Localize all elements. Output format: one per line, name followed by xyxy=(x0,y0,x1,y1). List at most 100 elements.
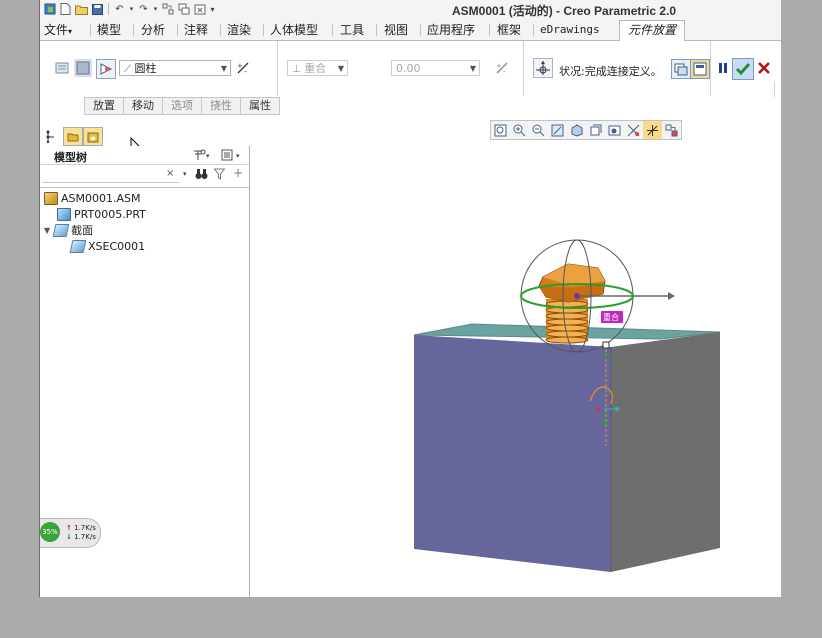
show-menu-icon[interactable]: ▾ xyxy=(221,148,245,165)
subtab-placement[interactable]: 放置 xyxy=(84,97,124,115)
model-canvas: 重合 xyxy=(413,239,721,572)
tab-edrawings[interactable]: eDrawings xyxy=(540,21,600,39)
redo-icon[interactable]: ↷ xyxy=(136,2,151,16)
assembly-window-icon[interactable] xyxy=(690,59,710,79)
refit-icon[interactable] xyxy=(491,121,510,139)
tab-tools[interactable]: 工具 xyxy=(340,21,364,39)
tab-manikin[interactable]: 人体模型 xyxy=(270,21,318,39)
customize-qat-icon[interactable]: ▾ xyxy=(208,2,217,16)
spin-center-icon[interactable] xyxy=(643,121,662,139)
connection-type-icon[interactable] xyxy=(96,59,116,79)
chevron-down-icon: ▼ xyxy=(337,64,344,73)
tree-item-assembly[interactable]: ASM0001.ASM xyxy=(44,190,141,206)
network-meter-widget: 35% ↑ 1.7K/s ↓ 1.7K/s xyxy=(40,518,101,548)
upload-speed: ↑ 1.7K/s xyxy=(66,524,96,532)
block-front-face xyxy=(414,335,611,572)
svg-text:+: + xyxy=(237,62,243,70)
undo-icon[interactable]: ↶ xyxy=(112,2,127,16)
tab-applications[interactable]: 应用程序 xyxy=(427,21,475,39)
tree-search-input[interactable] xyxy=(42,167,180,183)
repaint-icon[interactable] xyxy=(548,121,567,139)
cancel-button[interactable] xyxy=(755,59,773,77)
tree-item-part[interactable]: PRT0005.PRT xyxy=(57,206,146,222)
navigator-tabs xyxy=(40,127,249,155)
datum-display-icon[interactable] xyxy=(624,121,643,139)
model-tree-header: 模型树 ▾ ▾ xyxy=(40,146,249,165)
zoom-in-icon[interactable] xyxy=(510,121,529,139)
network-usage-badge: 35% xyxy=(40,522,60,542)
app-logo-icon[interactable] xyxy=(42,2,57,16)
constraint-list-icon[interactable] xyxy=(74,59,92,77)
flip-constraint-icon[interactable]: + - xyxy=(234,59,252,77)
separate-window-icon[interactable] xyxy=(671,59,691,79)
tab-file[interactable]: 文件▾ xyxy=(44,21,72,39)
part-icon xyxy=(57,207,71,221)
axis-handle[interactable] xyxy=(602,341,610,349)
tab-analysis[interactable]: 分析 xyxy=(141,21,165,39)
annotation-display-icon[interactable] xyxy=(662,121,681,139)
placement-subtabs: 放置 移动 选项 挠性 属性 xyxy=(84,97,280,115)
desktop-background-right xyxy=(781,0,822,638)
tab-separator xyxy=(489,24,490,36)
clear-search-icon[interactable]: × xyxy=(166,168,174,179)
user-defined-set-icon[interactable] xyxy=(54,59,72,77)
open-folder-icon[interactable] xyxy=(74,2,89,16)
regenerate-icon[interactable] xyxy=(160,2,175,16)
chevron-down-icon: ▼ xyxy=(220,64,227,73)
find-binoculars-icon[interactable] xyxy=(195,168,208,183)
offset-type-select[interactable]: ⊥ 重合 ▼ xyxy=(287,60,348,76)
ribbon-divider xyxy=(523,41,524,96)
view-manager-icon[interactable] xyxy=(605,121,624,139)
subtab-properties[interactable]: 属性 xyxy=(241,97,280,115)
ribbon-tab-bar: 文件▾ 模型 分析 注释 渲染 人体模型 工具 视图 应用程序 框架 eDraw… xyxy=(40,20,781,42)
tree-item-xsec[interactable]: XSEC0001 xyxy=(69,238,145,254)
svg-text:▾: ▾ xyxy=(206,152,210,160)
undo-dropdown-icon[interactable]: ▾ xyxy=(128,2,135,16)
offset-value-input[interactable]: 0.00 ▼ xyxy=(391,60,480,76)
move-component-icon[interactable] xyxy=(533,58,553,78)
filter-icon[interactable] xyxy=(213,168,226,183)
tab-framework[interactable]: 框架 xyxy=(497,21,521,39)
subtab-options[interactable]: 选项 xyxy=(163,97,202,115)
add-column-icon[interactable]: + xyxy=(233,166,243,180)
title-bar: ↶ ▾ ↷ ▾ ▾ ASM0001 (活动的) - Creo Parametri… xyxy=(40,0,781,20)
display-style-icon[interactable] xyxy=(567,121,586,139)
search-dropdown-icon[interactable]: ▾ xyxy=(183,170,187,178)
tab-annotate[interactable]: 注释 xyxy=(184,21,208,39)
flip-offset-icon[interactable]: + - xyxy=(493,59,511,77)
tab-separator xyxy=(533,24,534,36)
placement-ribbon: ⟋ 圆柱 ▼ + - ⊥ 重合 ▼ 0.00 ▼ + - 状况:完成连接定义。 放置… xyxy=(40,41,781,115)
subtab-move[interactable]: 移动 xyxy=(124,97,163,115)
svg-text:重合: 重合 xyxy=(603,312,619,322)
tab-component-placement[interactable]: 元件放置 xyxy=(619,20,686,42)
expand-arrow-icon[interactable]: ▼ xyxy=(44,226,50,235)
saved-orientations-icon[interactable] xyxy=(586,121,605,139)
pause-button[interactable] xyxy=(714,59,732,77)
tab-separator xyxy=(420,24,421,36)
save-icon[interactable] xyxy=(90,2,105,16)
tree-item-sections[interactable]: ▼ 截面 xyxy=(44,222,93,238)
accept-button[interactable] xyxy=(732,58,754,80)
download-speed: ↓ 1.7K/s xyxy=(66,533,96,541)
tab-render[interactable]: 渲染 xyxy=(227,21,251,39)
favorites-tab-icon[interactable] xyxy=(83,127,103,146)
tree-settings-icon[interactable]: ▾ xyxy=(192,148,212,165)
constraint-type-select[interactable]: ⟋ 圆柱 ▼ xyxy=(119,60,231,76)
window-title: ASM0001 (活动的) - Creo Parametric 2.0 xyxy=(452,4,677,18)
quick-access-toolbar: ↶ ▾ ↷ ▾ ▾ xyxy=(42,2,217,16)
graphics-viewport[interactable]: 重合 xyxy=(250,116,781,597)
new-file-icon[interactable] xyxy=(58,2,73,16)
folder-browser-tab-icon[interactable] xyxy=(63,127,83,146)
close-window-icon[interactable] xyxy=(192,2,207,16)
svg-text:-: - xyxy=(244,67,247,75)
redo-dropdown-icon[interactable]: ▾ xyxy=(152,2,159,16)
subtab-flexibility[interactable]: 挠性 xyxy=(202,97,241,115)
model-tree-tab-icon[interactable] xyxy=(42,127,60,144)
windows-icon[interactable] xyxy=(176,2,191,16)
zoom-out-icon[interactable] xyxy=(529,121,548,139)
tab-separator xyxy=(90,24,91,36)
ribbon-divider xyxy=(710,41,711,96)
chevron-down-icon: ▼ xyxy=(469,64,476,73)
tab-model[interactable]: 模型 xyxy=(97,21,121,39)
tab-view[interactable]: 视图 xyxy=(384,21,408,39)
